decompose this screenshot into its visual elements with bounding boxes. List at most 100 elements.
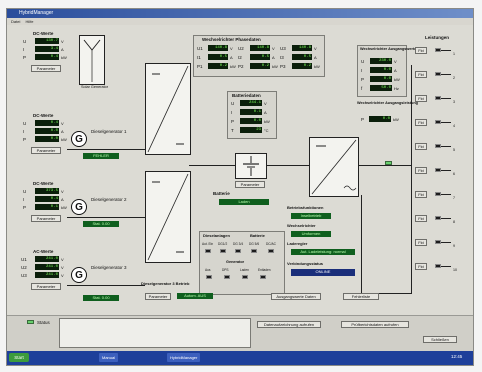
battery-label: Batterie	[213, 191, 230, 196]
control-switch[interactable]	[235, 249, 241, 253]
dc1-k2: P	[23, 55, 27, 60]
diesel3-parameter-button[interactable]: Parameter	[145, 293, 171, 300]
wro-u: A	[394, 68, 397, 73]
wr-v: 0.2	[250, 63, 270, 69]
load-button[interactable]: Fkt	[415, 47, 427, 54]
control-label: DG 3/4	[233, 242, 244, 246]
menu-file[interactable]: Datei	[11, 19, 20, 24]
load-number: 5	[453, 148, 455, 152]
dc2-v0: 0.4	[35, 120, 59, 126]
datenaufzeichnung-button[interactable]: Datenaufzeichnung aufrufen	[257, 321, 321, 328]
control-label: DC/AC	[266, 242, 276, 246]
load-line	[441, 146, 451, 147]
wr-k: U1	[197, 46, 203, 51]
wr-k: I2	[238, 55, 242, 60]
pruefbericht-button[interactable]: Prüfberichtsdaten aufrufen	[341, 321, 409, 328]
dc3-parameter-button[interactable]: Parameter	[31, 215, 61, 222]
betrieb-title-4: Verbindungsstatus	[287, 261, 324, 266]
generator-3-icon: G	[71, 267, 87, 283]
load-button[interactable]: Fkt	[415, 167, 427, 174]
battery-panel: Batteriedaten U 244.1 V I 0.1 A P 0.0 kW…	[227, 91, 277, 139]
wr-phase-panel: Wechselrichter Phasedaten U1 140.8 V U2 …	[193, 35, 325, 77]
ac-v1: 241.0	[35, 264, 59, 270]
battery-k: U	[231, 101, 235, 106]
control-switch[interactable]	[251, 249, 257, 253]
load-number: 4	[453, 124, 455, 128]
control-switch[interactable]	[220, 249, 226, 253]
load-button[interactable]: Fkt	[415, 191, 427, 198]
betrieb-value-3: Aut. Ladeleistung: normal	[291, 249, 355, 255]
load-button[interactable]: Fkt	[415, 263, 427, 270]
control-title-1: Dieselanlagen	[203, 233, 230, 238]
ac-k2: U3	[21, 273, 27, 278]
control-switch[interactable]	[206, 275, 212, 279]
start-button[interactable]: Start	[9, 353, 29, 362]
dc3-v0: 373.5	[35, 188, 59, 194]
control-switch[interactable]	[268, 249, 274, 253]
dc1-parameter-button[interactable]: Parameter	[31, 65, 61, 72]
wr-u: V	[314, 46, 317, 51]
generator-2-icon: G	[71, 199, 87, 215]
bus-line	[67, 285, 145, 286]
wr-load-title: Wechselrichter Ausgangsleistung	[357, 101, 418, 105]
load-line	[441, 242, 451, 243]
wro-u: V	[394, 59, 397, 64]
wr-k: I1	[197, 55, 201, 60]
ac-k1: U2	[21, 265, 27, 270]
control-switch[interactable]	[242, 275, 248, 279]
status-log[interactable]	[59, 318, 251, 348]
dc3-u1: A	[61, 197, 64, 202]
control-label: Aut. Ein	[202, 242, 214, 246]
wr-output-panel: Wechselrichter Ausgangswerte U 230.0 V I…	[357, 45, 416, 97]
load-button[interactable]: Fkt	[415, 239, 427, 246]
load-number: 9	[453, 244, 455, 248]
control-label: DPS	[222, 268, 229, 272]
load-button[interactable]: Fkt	[415, 71, 427, 78]
wr-v: 140.8	[292, 45, 312, 51]
load-button[interactable]: Fkt	[415, 215, 427, 222]
load-button[interactable]: Fkt	[415, 95, 427, 102]
battery-parameter-button[interactable]: Parameter	[235, 181, 265, 188]
control-label: Aus	[205, 268, 211, 272]
ac-v2: 241.0	[35, 272, 59, 278]
ac-k0: U1	[21, 257, 27, 262]
dc2-parameter-button[interactable]: Parameter	[31, 147, 61, 154]
window-titlebar[interactable]: HybridManager	[7, 9, 473, 18]
generator-1-title: Dieselgenerator 1	[91, 129, 127, 134]
load-button[interactable]: Fkt	[415, 143, 427, 150]
inverter-block	[309, 137, 359, 197]
taskbar: Start Manual HybridManager 12:45	[7, 351, 473, 365]
wr-k: U2	[238, 46, 244, 51]
task-hybridmanager[interactable]: HybridManager	[167, 353, 201, 362]
ac-title: AC-Werte	[33, 249, 54, 254]
control-switch[interactable]	[224, 275, 230, 279]
control-label: DG1/2	[218, 242, 228, 246]
dc1-v2: 0.4	[35, 54, 59, 60]
dc2-title: DC-Werte	[33, 113, 54, 118]
wr-u: A	[314, 55, 317, 60]
fehlerliste-button[interactable]: Fehlerliste	[343, 293, 379, 300]
screen: HybridManager Datei Hilfe DC-Werte U 130…	[6, 8, 474, 366]
betrieb-title-2: Wechselrichter	[287, 223, 316, 228]
ac-parameter-button[interactable]: Parameter	[31, 283, 61, 290]
bottom-panel: Status Datenaufzeichnung aufrufen Prüfbe…	[7, 315, 473, 352]
ausgangswerte-button[interactable]: Ausgangswerte Daten	[271, 293, 321, 300]
load-number: 8	[453, 220, 455, 224]
task-manual[interactable]: Manual	[99, 353, 119, 362]
battery-v: 244.1	[240, 100, 262, 106]
wr-output-title: Wechselrichter Ausgangswerte	[360, 47, 417, 51]
wr-k: P2	[238, 64, 244, 69]
bus-line	[67, 217, 145, 218]
dc2-v2: 0.0	[35, 136, 59, 142]
control-switch[interactable]	[260, 275, 266, 279]
close-button[interactable]: Schließen	[423, 336, 457, 343]
inverter-icon	[311, 139, 357, 195]
load-button[interactable]: Fkt	[415, 119, 427, 126]
control-switch[interactable]	[205, 249, 211, 253]
menu-help[interactable]: Hilfe	[25, 19, 33, 24]
wr-v: 140.8	[208, 45, 228, 51]
wr-u: V	[230, 46, 233, 51]
dc1-u0: V	[61, 39, 64, 44]
load-number: 7	[453, 196, 455, 200]
loads-title: Leistungen	[425, 35, 450, 40]
